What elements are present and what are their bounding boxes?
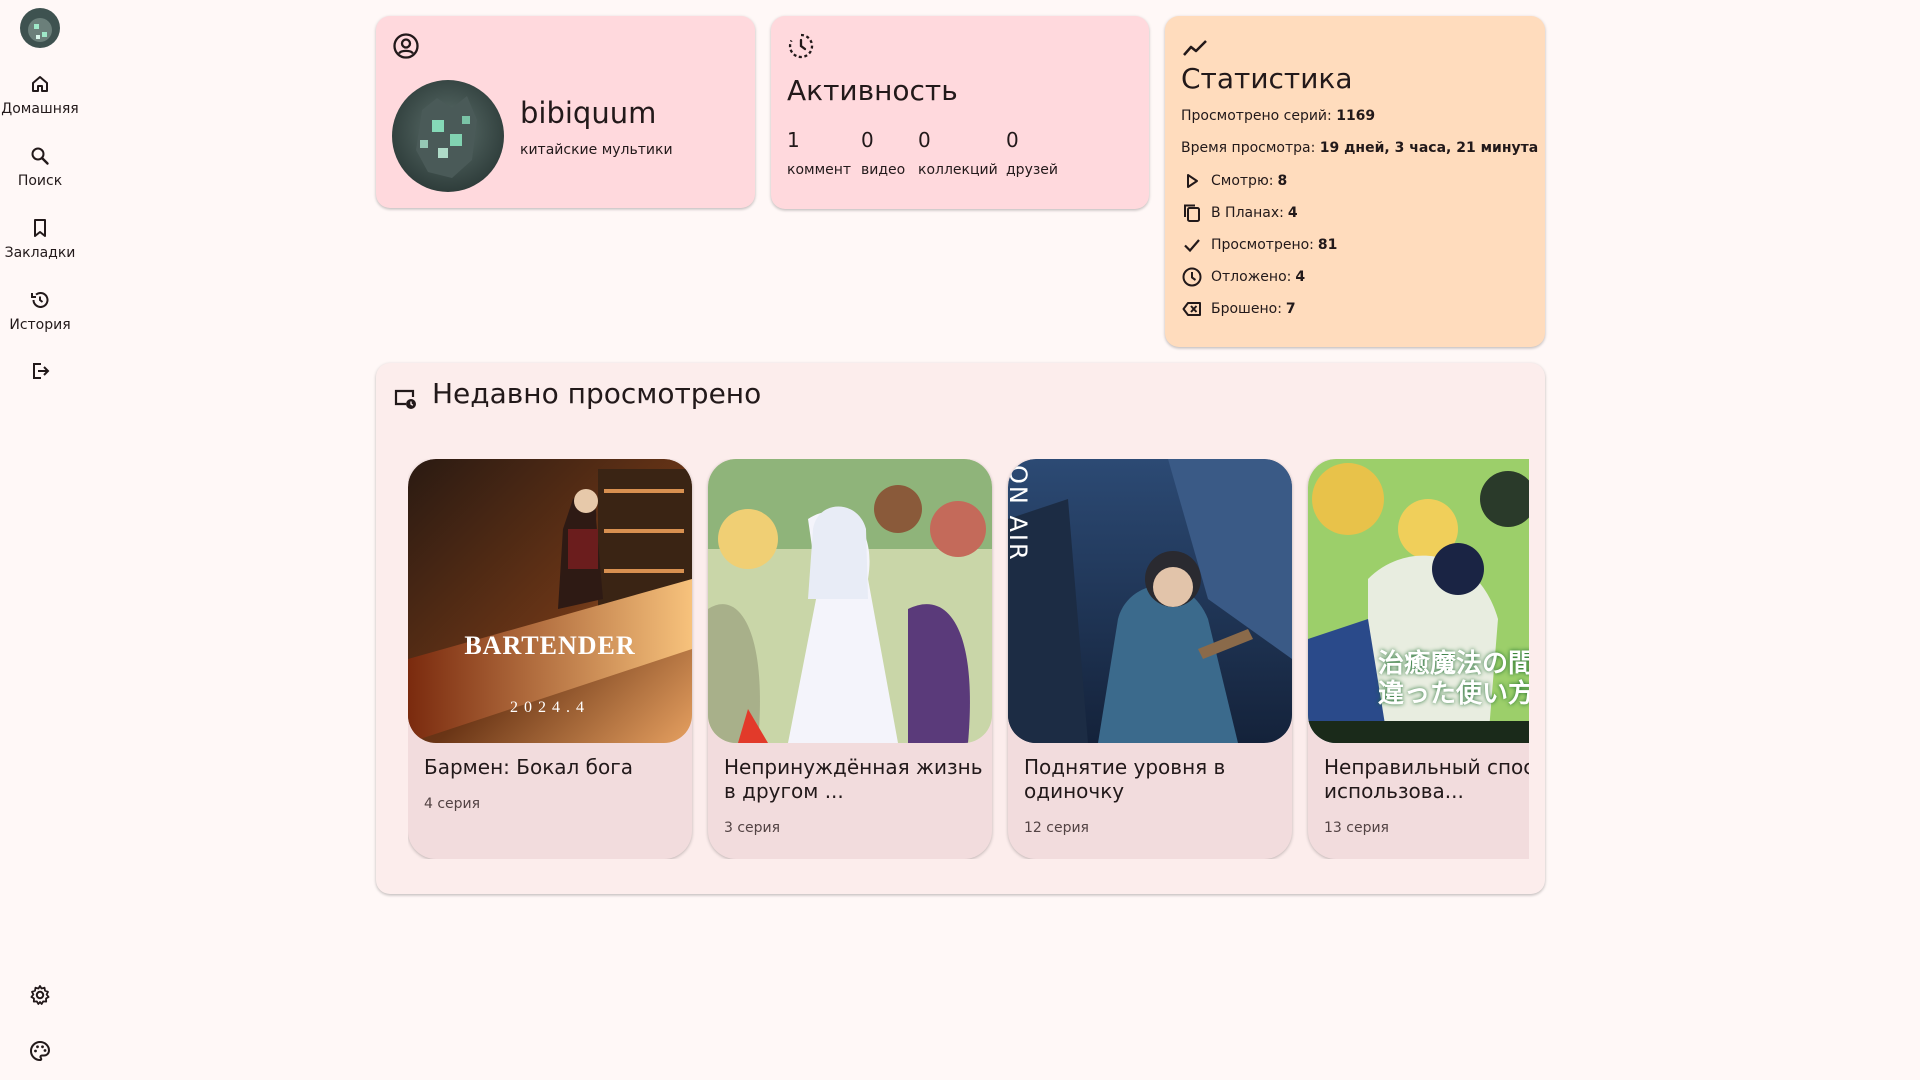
anime-title: Непринуждённая жизнь в другом ... xyxy=(724,755,983,803)
user-status: китайские мультики xyxy=(520,142,673,158)
stats-watch-time: Время просмотра: 19 дней, 3 часа, 21 мин… xyxy=(1181,140,1538,156)
activity-friends[interactable]: 0 друзей xyxy=(1006,128,1058,178)
activity-collections[interactable]: 0 коллекций xyxy=(918,128,998,178)
sidebar-item-label: История xyxy=(9,317,71,333)
gear-icon[interactable] xyxy=(28,983,52,1007)
poster-title: BARTENDER xyxy=(464,631,636,660)
username: bibiquum xyxy=(520,96,657,130)
recently-watched-card: Недавно просмотрено BARTENDER 2024.4 Бар… xyxy=(376,363,1545,894)
anime-episode: 4 серия xyxy=(424,796,481,812)
anime-title: Поднятие уровня в одиночку xyxy=(1024,755,1226,803)
activity-card: Активность 1 коммент 0 видео 0 коллекций… xyxy=(771,16,1149,209)
stats-episodes-value: 1169 xyxy=(1336,108,1376,124)
stats-episodes: Просмотрено серий: 1169 xyxy=(1181,108,1375,124)
home-icon xyxy=(32,76,48,92)
anime-episode: 12 серия xyxy=(1024,820,1089,836)
anime-tile[interactable]: BARTENDER 2024.4 Бармен: Бокал бога 4 се… xyxy=(408,459,692,859)
trending-icon xyxy=(1183,40,1207,56)
poster-title: 治癒魔法の間違った使い方 xyxy=(1378,649,1529,709)
stats-card: Статистика Просмотрено серий: 1169 Время… xyxy=(1165,16,1545,347)
stats-time-label: Время просмотра: xyxy=(1181,140,1316,156)
check-icon xyxy=(1184,239,1200,253)
anime-poster xyxy=(708,459,992,743)
anime-poster: BARTENDER 2024.4 xyxy=(408,459,692,743)
sidebar-item-home[interactable]: Домашняя xyxy=(0,68,80,130)
sidebar-item-search[interactable]: Поиск xyxy=(0,140,80,202)
anime-poster: 治癒魔法の間違った使い方 xyxy=(1308,459,1529,743)
sidebar-avatar[interactable] xyxy=(20,8,60,48)
activity-value: 0 xyxy=(1006,128,1019,152)
stats-list-value: 8 xyxy=(1277,173,1288,189)
stats-list-label: В Планах: xyxy=(1211,205,1284,221)
stats-planned: В Планах: 4 xyxy=(1181,202,1298,224)
sidebar-item-history[interactable]: История xyxy=(0,284,80,346)
poster-date: 2024.4 xyxy=(510,699,590,716)
stats-list-value: 81 xyxy=(1317,237,1338,253)
sidebar: Домашняя Поиск Закладки История xyxy=(0,0,80,1080)
stats-list-label: Просмотрено: xyxy=(1211,237,1314,253)
anime-title: Неправильный способ использова... xyxy=(1324,755,1529,803)
palette-icon[interactable] xyxy=(28,1039,52,1063)
activity-value: 0 xyxy=(918,128,931,152)
sidebar-item-label: Закладки xyxy=(4,245,76,261)
anime-episode: 3 серия xyxy=(724,820,781,836)
stats-list-value: 4 xyxy=(1295,269,1306,285)
sidebar-item-label: Домашняя xyxy=(1,101,79,117)
activity-icon xyxy=(788,33,814,59)
activity-value: 1 xyxy=(787,128,800,152)
account-circle-icon xyxy=(393,33,419,59)
play-icon xyxy=(1187,174,1198,188)
stats-list-label: Смотрю: xyxy=(1211,173,1274,189)
recent-history-icon xyxy=(394,389,416,409)
bookmark-icon xyxy=(34,219,46,237)
stats-dropped: Брошено: 7 xyxy=(1181,298,1296,320)
anime-episode: 13 серия xyxy=(1324,820,1389,836)
anime-poster: ON AIR xyxy=(1008,459,1292,743)
profile-card: bibiquum китайские мультики xyxy=(376,16,755,208)
stats-list-value: 4 xyxy=(1287,205,1298,221)
stats-time-value: 19 дней, 3 часа, 21 минута xyxy=(1319,140,1539,156)
backspace-icon xyxy=(1182,302,1201,316)
stats-list-value: 7 xyxy=(1285,301,1296,317)
search-icon xyxy=(31,147,49,165)
activity-comments[interactable]: 1 коммент xyxy=(787,128,851,178)
stats-title: Статистика xyxy=(1181,62,1353,95)
history-icon xyxy=(31,291,49,308)
activity-value: 0 xyxy=(861,128,874,152)
anime-tile[interactable]: 治癒魔法の間違った使い方 Неправильный способ использ… xyxy=(1308,459,1529,859)
sidebar-item-bookmarks[interactable]: Закладки xyxy=(0,212,80,274)
anime-tile[interactable]: ON AIR Поднятие уровня в одиночку 12 сер… xyxy=(1008,459,1292,859)
activity-label: коллекций xyxy=(918,162,998,178)
stats-watching: Смотрю: 8 xyxy=(1181,170,1287,192)
activity-label: коммент xyxy=(787,162,852,178)
stats-list-label: Брошено: xyxy=(1211,301,1282,317)
recent-carousel[interactable]: BARTENDER 2024.4 Бармен: Бокал бога 4 се… xyxy=(408,459,1529,859)
stats-episodes-label: Просмотрено серий: xyxy=(1181,108,1332,124)
recently-watched-title: Недавно просмотрено xyxy=(432,377,762,410)
stats-list-label: Отложено: xyxy=(1211,269,1292,285)
sidebar-item-label: Поиск xyxy=(17,173,63,189)
poster-on-air: ON AIR xyxy=(1008,465,1032,562)
activity-videos[interactable]: 0 видео xyxy=(861,128,905,178)
activity-label: друзей xyxy=(1006,162,1059,178)
copy-icon xyxy=(1184,204,1200,222)
stats-on-hold: Отложено: 4 xyxy=(1181,266,1305,288)
clock-icon xyxy=(1182,267,1202,287)
anime-title: Бармен: Бокал бога xyxy=(424,755,634,779)
activity-label: видео xyxy=(861,162,906,178)
anime-tile[interactable]: Непринуждённая жизнь в другом ... 3 сери… xyxy=(708,459,992,859)
stats-completed: Просмотрено: 81 xyxy=(1181,234,1337,256)
avatar[interactable] xyxy=(392,80,504,192)
logout-icon[interactable] xyxy=(28,359,52,383)
activity-title: Активность xyxy=(787,74,958,107)
